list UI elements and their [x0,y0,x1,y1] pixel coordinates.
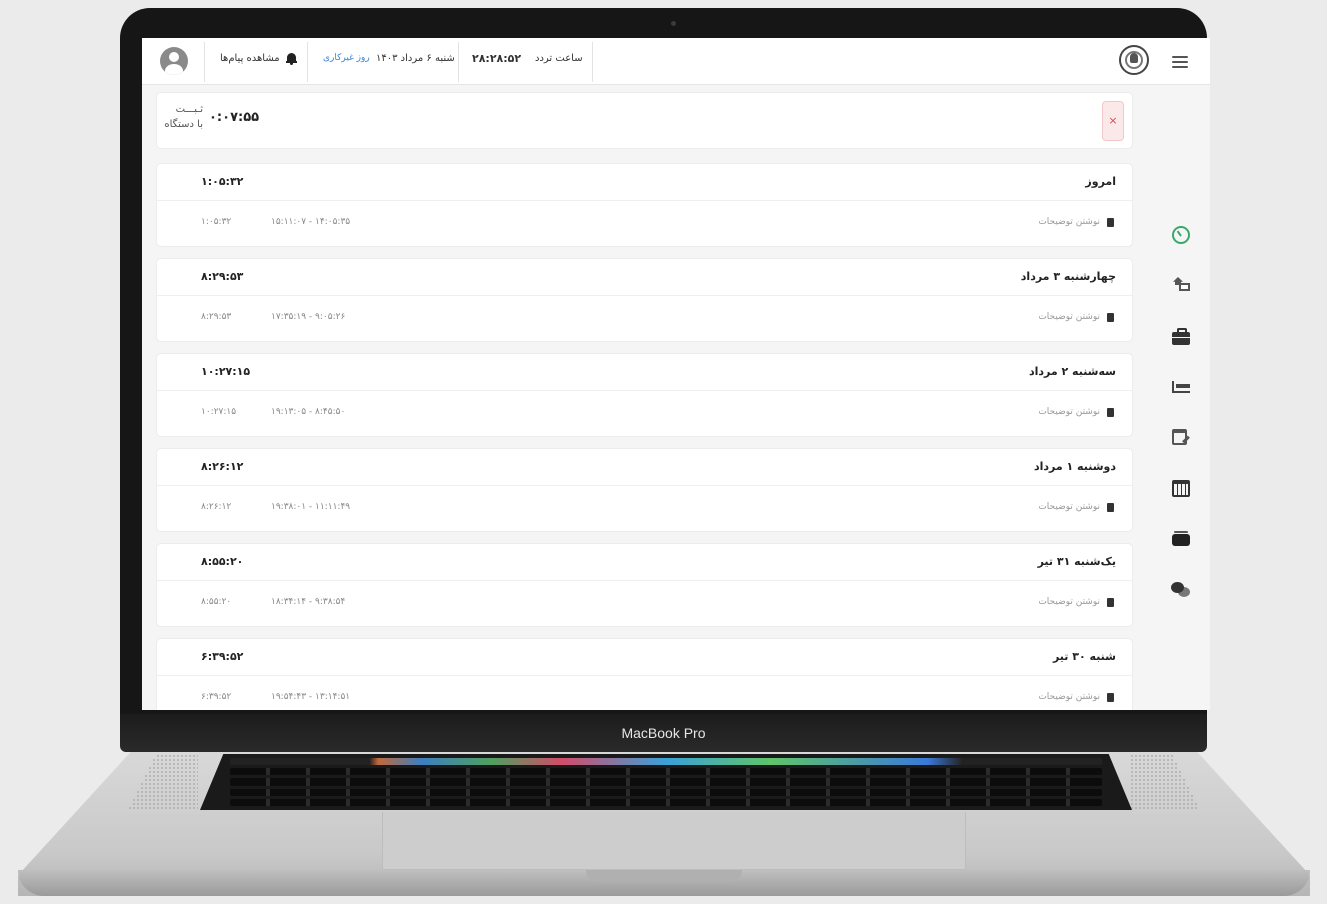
note-icon[interactable] [1107,218,1114,227]
write-description-link[interactable]: نوشتن توضیحات [1038,502,1100,512]
chat-icon[interactable] [1171,580,1191,600]
day-title: یک‌شنبه ۳۱ تیر [1037,555,1116,568]
entry-duration: ۶:۳۹:۵۲ [201,692,232,702]
device-record-alert: ثـبـــت با دستگاه ۰:۰۷:۵۵ × [156,92,1133,149]
time-entry-row: نوشتن توضیحات ۱۹:۳۸:۰۱ - ۱۱:۱۱:۴۹ ۸:۲۶:۱۲ [157,486,1132,532]
day-total: ۸:۲۶:۱۲ [201,460,244,473]
day-total: ۱:۰۵:۳۲ [201,175,244,188]
edit-calendar-icon[interactable] [1171,427,1191,447]
day-total: ۶:۳۹:۵۲ [201,650,244,663]
time-entry-row: نوشتن توضیحات ۱۷:۳۵:۱۹ - ۹:۰۵:۲۶ ۸:۲۹:۵۳ [157,296,1132,342]
day-title: شنبه ۳۰ تیر [1052,650,1116,663]
day-header: سه‌شنبه ۲ مرداد ۱۰:۲۷:۱۵ [157,354,1132,391]
day-total: ۸:۵۵:۲۰ [201,555,244,568]
day-card: سه‌شنبه ۲ مرداد ۱۰:۲۷:۱۵ نوشتن توضیحات ۱۹:۱… [156,353,1133,437]
attendance-time: ۲۸:۲۸:۵۲ [472,52,522,65]
time-entry-row: نوشتن توضیحات ۱۸:۳۴:۱۴ - ۹:۳۸:۵۴ ۸:۵۵:۲۰ [157,581,1132,627]
day-card: دوشنبه ۱ مرداد ۸:۲۶:۱۲ نوشتن توضیحات ۱۹:۳۸:… [156,448,1133,532]
briefcase-icon[interactable] [1171,327,1191,347]
close-button[interactable]: × [1102,101,1124,141]
day-header: دوشنبه ۱ مرداد ۸:۲۶:۱۲ [157,449,1132,486]
day-title: سه‌شنبه ۲ مرداد [1028,365,1116,378]
home-transfer-icon[interactable] [1171,275,1191,295]
write-description-link[interactable]: نوشتن توضیحات [1038,597,1100,607]
trackpad [382,812,966,870]
day-total: ۱۰:۲۷:۱۵ [201,365,251,378]
entry-duration: ۱۰:۲۷:۱۵ [201,407,237,417]
day-card: امروز ۱:۰۵:۳۲ نوشتن توضیحات ۱۵:۱۱:۰۷ - ۱۴:۰… [156,163,1133,247]
time-entry-row: نوشتن توضیحات ۱۹:۵۴:۴۳ - ۱۳:۱۴:۵۱ ۶:۳۹:۵۲ [157,676,1132,710]
top-bar: مشاهده پیام‌ها روز غیرکاری شنبه ۶ مرداد … [142,38,1210,85]
time-range: ۱۹:۳۸:۰۱ - ۱۱:۱۱:۴۹ [271,502,351,512]
calendar-icon[interactable] [1171,478,1191,498]
lid-notch [586,870,742,882]
write-description-link[interactable]: نوشتن توضیحات [1038,312,1100,322]
laptop-chin: MacBook Pro [120,714,1207,752]
time-entry-row: نوشتن توضیحات ۱۹:۱۳:۰۵ - ۸:۴۵:۵۰ ۱۰:۲۷:۱۵ [157,391,1132,437]
note-icon[interactable] [1107,598,1114,607]
time-range: ۱۷:۳۵:۱۹ - ۹:۰۵:۲۶ [271,312,346,322]
day-total: ۸:۲۹:۵۳ [201,270,244,283]
time-range: ۱۵:۱۱:۰۷ - ۱۴:۰۵:۳۵ [271,217,351,227]
write-description-link[interactable]: نوشتن توضیحات [1038,407,1100,417]
entry-duration: ۱:۰۵:۳۲ [201,217,232,227]
day-header: چهارشنبه ۳ مرداد ۸:۲۹:۵۳ [157,259,1132,296]
day-header: شنبه ۳۰ تیر ۶:۳۹:۵۲ [157,639,1132,676]
menu-icon[interactable] [1172,56,1188,68]
time-range: ۱۹:۵۴:۴۳ - ۱۳:۱۴:۵۱ [271,692,351,702]
attendance-label: ساعت تردد [535,53,583,64]
touch-bar [230,758,1102,765]
company-logo[interactable] [1119,45,1149,75]
entry-duration: ۸:۲۶:۱۲ [201,502,232,512]
time-entry-row: نوشتن توضیحات ۱۵:۱۱:۰۷ - ۱۴:۰۵:۳۵ ۱:۰۵:۳۲ [157,201,1132,247]
note-icon[interactable] [1107,313,1114,322]
entry-duration: ۸:۲۹:۵۳ [201,312,232,322]
time-range: ۱۸:۳۴:۱۴ - ۹:۳۸:۵۴ [271,597,346,607]
write-description-link[interactable]: نوشتن توضیحات [1038,692,1100,702]
day-card: چهارشنبه ۳ مرداد ۸:۲۹:۵۳ نوشتن توضیحات ۱۷:۳… [156,258,1133,342]
sidebar [1145,85,1210,710]
alert-label: ثـبـــت با دستگاه [164,104,203,130]
entry-duration: ۸:۵۵:۲۰ [201,597,232,607]
note-icon[interactable] [1107,693,1114,702]
bed-icon[interactable] [1171,377,1191,397]
day-header: یک‌شنبه ۳۱ تیر ۸:۵۵:۲۰ [157,544,1132,581]
keyboard [200,754,1132,810]
day-header: امروز ۱:۰۵:۳۲ [157,164,1132,201]
messages-link[interactable]: مشاهده پیام‌ها [220,53,280,64]
day-title: امروز [1085,175,1116,188]
current-date: شنبه ۶ مرداد ۱۴۰۳ [376,53,455,64]
note-icon[interactable] [1107,503,1114,512]
day-card: یک‌شنبه ۳۱ تیر ۸:۵۵:۲۰ نوشتن توضیحات ۱۸:۳۴:… [156,543,1133,627]
day-title: چهارشنبه ۳ مرداد [1020,270,1116,283]
avatar[interactable] [160,47,188,75]
day-type-badge: روز غیرکاری [323,53,370,63]
write-description-link[interactable]: نوشتن توضیحات [1038,217,1100,227]
timer-icon[interactable] [1171,225,1191,245]
screen: مشاهده پیام‌ها روز غیرکاری شنبه ۶ مرداد … [142,38,1210,710]
day-title: دوشنبه ۱ مرداد [1033,460,1116,473]
bell-icon[interactable] [286,53,297,65]
card-stack-icon[interactable] [1171,529,1191,549]
time-range: ۱۹:۱۳:۰۵ - ۸:۴۵:۵۰ [271,407,346,417]
device-label: MacBook Pro [621,725,706,741]
day-card: شنبه ۳۰ تیر ۶:۳۹:۵۲ نوشتن توضیحات ۱۹:۵۴:۴۳ … [156,638,1133,710]
camera [671,21,676,26]
alert-time: ۰:۰۷:۵۵ [209,110,260,125]
note-icon[interactable] [1107,408,1114,417]
